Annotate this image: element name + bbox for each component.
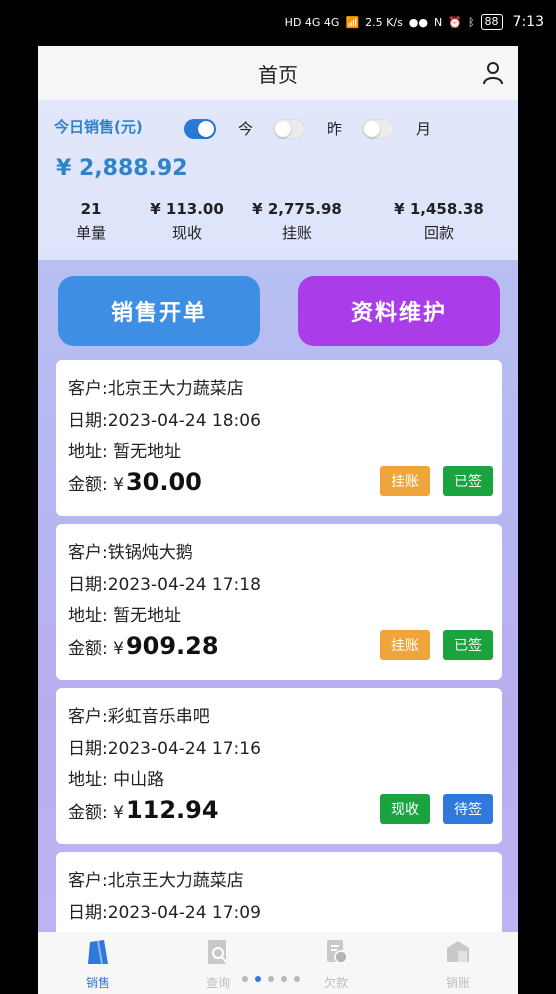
stat-label: 挂账 [281,224,312,242]
order-address: 地址: 暂无地址 [68,442,182,462]
alarm-icon: ⏰ [448,15,462,29]
order-card[interactable]: 客户:铁锅炖大鹅 日期:2023-04-24 17:18 地址: 暂无地址 金额… [56,524,502,680]
status-bar: HD 4G 4G 📶 2.5 K/s ●● N ⏰ ᛒ 88 7:13 [0,0,556,46]
order-date: 日期:2023-04-24 17:09 [68,903,261,923]
stat-value: 21 [80,200,102,218]
sign-status-badge[interactable]: 已签 [443,466,493,496]
order-address: 地址: 中山路 [68,770,165,790]
tab-label: 销账 [445,976,470,990]
payment-status-badge[interactable]: 挂账 [380,466,430,496]
toggle-today-label: 今 [238,120,254,138]
tab-sales[interactable]: 销售 [58,938,138,991]
page-dot [242,976,248,982]
wifi-icon: 📶 [345,15,360,29]
order-amount-row: 金额: ¥ 909.28 [68,632,219,660]
order-address: 地址: 暂无地址 [68,606,182,626]
chat-icon: ●● [408,15,428,29]
bag-icon [88,940,108,965]
stat-label: 单量 [75,224,106,242]
order-card[interactable]: 客户:北京王大力蔬菜店 日期:2023-04-24 18:06 地址: 暂无地址… [56,360,502,516]
page-indicator [242,976,300,982]
stat-label: 回款 [423,224,454,242]
tab-writeoff[interactable]: 销账 [418,938,498,991]
amount-value: 909.28 [125,632,219,660]
order-date: 日期:2023-04-24 17:18 [68,575,261,595]
amount-value: 112.94 [125,796,219,824]
order-amount-row: 金额: ¥ 30.00 [68,468,202,496]
stat-value: ¥ 2,775.98 [252,200,342,218]
order-card[interactable]: 客户:彩虹音乐串吧 日期:2023-04-24 17:16 地址: 中山路 金额… [56,688,502,844]
debt-icon [327,940,348,964]
order-amount-row: 金额: ¥ 112.94 [68,796,219,824]
bottom-tab-bar: 销售 查询 欠款 销账 [38,932,518,994]
sales-total: ¥ 2,888.92 [56,156,188,181]
toggle-knob [198,120,214,137]
toggle-yesterday-label: 昨 [327,120,343,138]
speed-indicator: 2.5 K/s [365,15,403,29]
payment-status-badge[interactable]: 挂账 [380,630,430,660]
sign-status-badge[interactable]: 已签 [443,630,493,660]
user-icon[interactable] [482,61,504,85]
order-customer: 客户:北京王大力蔬菜店 [68,871,244,891]
stats-row: 21 单量 ¥ 113.00 现收 ¥ 2,775.98 挂账 ¥ 1,458.… [38,200,518,250]
stat-label: 现收 [171,224,202,242]
toggle-yesterday[interactable] [273,118,306,139]
search-doc-icon [208,940,227,964]
app-screen: 首页 今日销售(元) 今 昨 月 ¥ 2,888.92 21 单量 ¥ 113.… [38,46,518,994]
amount-value: 30.00 [125,468,202,496]
nfc-icon: N [434,15,443,29]
toggle-knob [364,120,381,137]
stat-credit: ¥ 2,775.98 挂账 [242,200,352,243]
stat-value: ¥ 1,458.38 [394,200,484,218]
tab-label: 销售 [85,976,110,990]
stat-value: ¥ 113.00 [150,200,224,218]
create-sale-button[interactable]: 销售开单 [58,276,260,346]
page-dot-active [255,976,261,982]
tab-label: 欠款 [323,976,348,990]
page-dot [294,976,300,982]
tab-query[interactable]: 查询 [178,938,258,991]
sign-status-badge[interactable]: 待签 [443,794,493,824]
clock: 7:13 [512,14,544,30]
bluetooth-icon: ᛒ [467,15,475,29]
top-app-bar: 首页 [38,46,518,100]
period-toggles: 今 昨 月 [184,118,451,139]
toggle-today[interactable] [184,118,216,139]
page-dot [268,976,274,982]
stat-payback: ¥ 1,458.38 回款 [384,200,494,243]
battery-icon: 88 [480,14,503,30]
order-customer: 客户:彩虹音乐串吧 [68,707,210,727]
toggle-month-label: 月 [416,120,432,138]
stat-orders: 21 单量 [38,200,146,243]
data-maintenance-button[interactable]: 资料维护 [298,276,500,346]
amount-label: 金额: ¥ [68,803,124,823]
order-date: 日期:2023-04-24 18:06 [68,411,261,431]
amount-label: 金额: ¥ [68,639,124,659]
order-customer: 客户:北京王大力蔬菜店 [68,379,244,399]
toggle-month[interactable] [362,118,395,139]
amount-label: 金额: ¥ [68,475,124,495]
order-date: 日期:2023-04-24 17:16 [68,739,261,759]
stat-cash: ¥ 113.00 现收 [132,200,242,243]
page-dot [281,976,287,982]
today-sales-label: 今日销售(元) [54,118,143,136]
writeoff-icon [447,941,469,962]
sales-summary: 今日销售(元) 今 昨 月 ¥ 2,888.92 21 单量 ¥ 113.00 … [38,100,518,260]
payment-status-badge[interactable]: 现收 [380,794,430,824]
tab-debt[interactable]: 欠款 [296,938,376,991]
order-customer: 客户:铁锅炖大鹅 [68,543,193,563]
page-title: 首页 [258,62,298,87]
toggle-knob [275,120,292,137]
network-indicator: HD 4G 4G [284,15,340,29]
action-buttons: 销售开单 资料维护 [38,276,518,348]
